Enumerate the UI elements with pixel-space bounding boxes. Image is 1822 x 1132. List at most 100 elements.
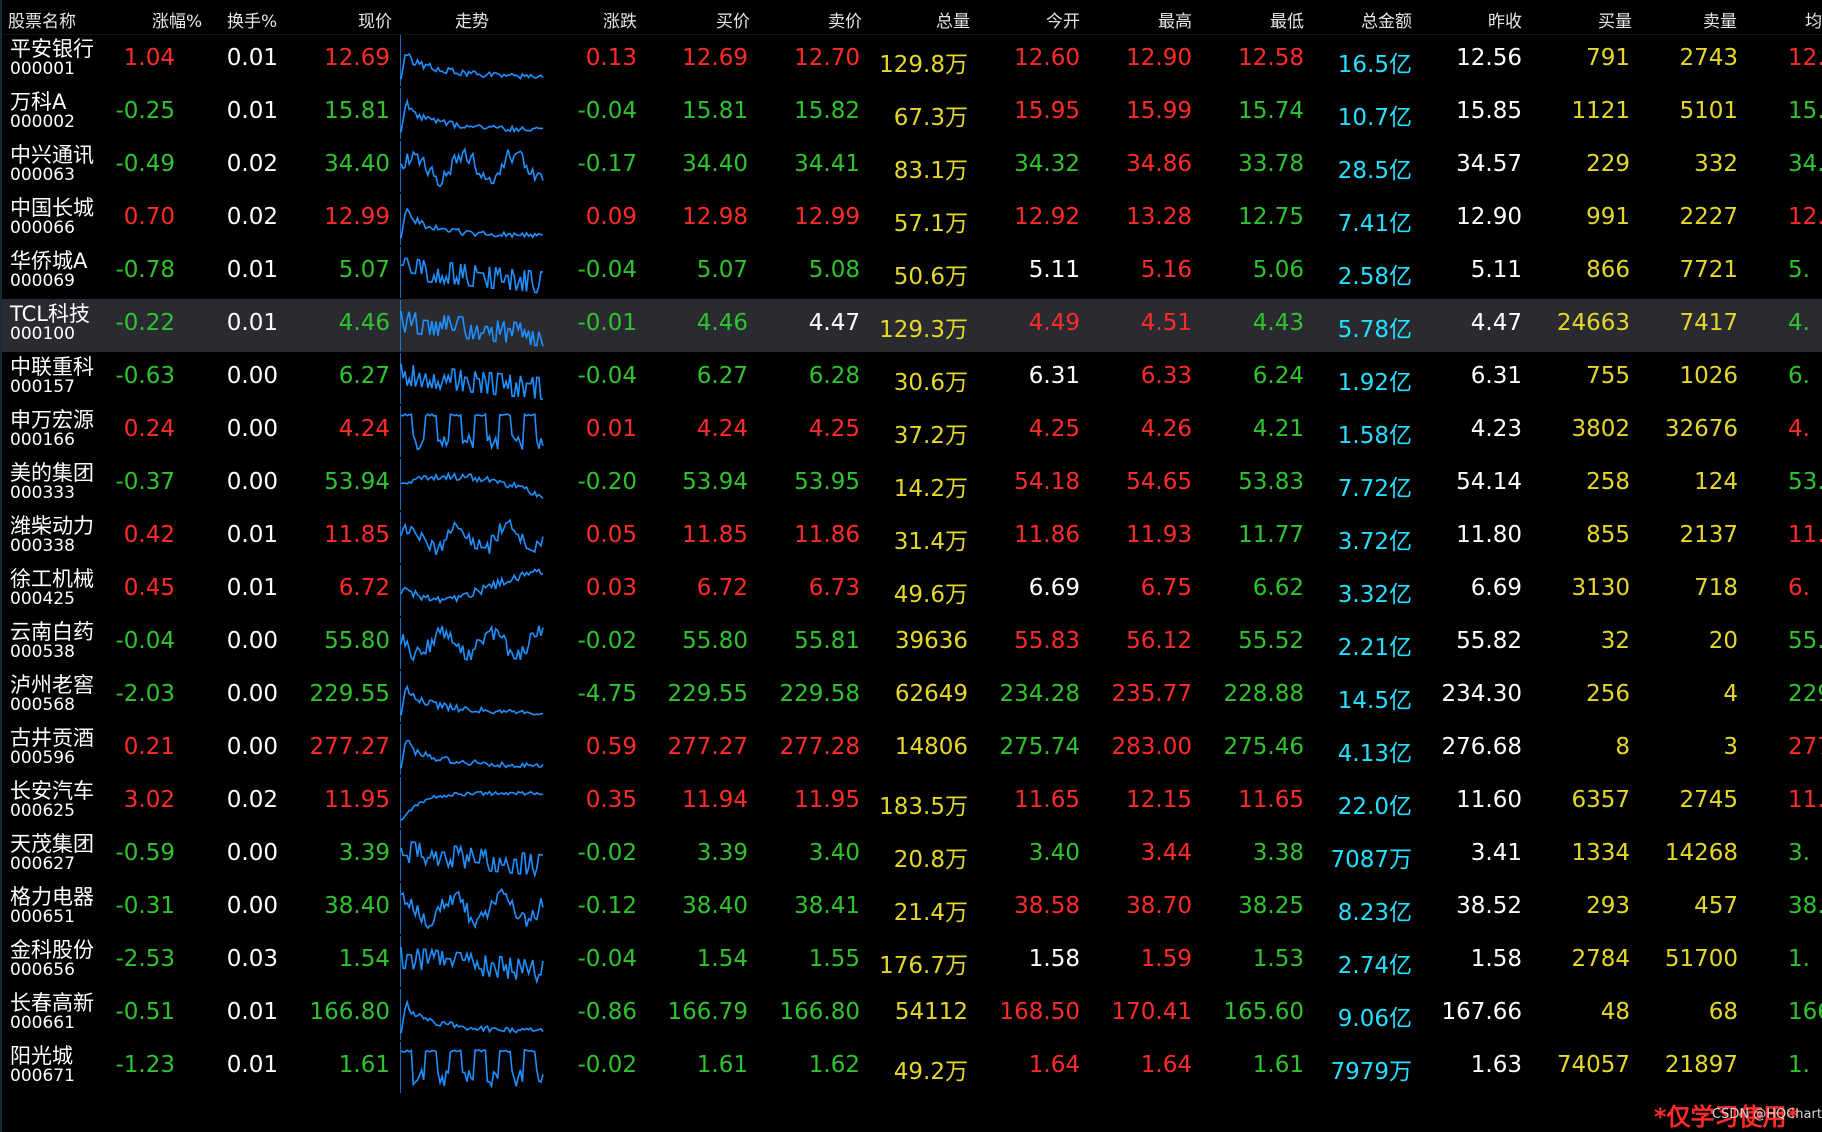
cell-prev-close: 6.31: [1470, 363, 1522, 389]
cell-amount: 2.58亿: [1337, 264, 1412, 290]
header-prev-close[interactable]: 昨收: [1462, 7, 1522, 32]
credit-text: CSDN @HQChart: [1712, 1107, 1822, 1122]
cell-prev-close: 54.14: [1456, 469, 1522, 495]
cell-price: 53.94: [324, 469, 390, 495]
stock-name-cell: 云南白药 000538: [10, 620, 130, 661]
cell-high: 235.77: [1111, 681, 1192, 707]
cell-open: 5.11: [1028, 257, 1080, 283]
header-ask[interactable]: 卖价: [802, 7, 862, 32]
table-row[interactable]: 金科股份 000656 -2.53 0.03 1.54 -0.04 1.54 1.55 176.…: [2, 935, 1822, 988]
cell-price: 3.39: [338, 840, 390, 866]
cell-change-pct: 0.70: [123, 204, 175, 230]
cell-volume: 14806: [894, 734, 968, 760]
table-row[interactable]: 万科A 000002 -0.25 0.01 15.81 -0.04 15.81 15.82 67…: [2, 87, 1822, 140]
cell-low: 4.21: [1252, 416, 1304, 442]
stock-name: 泸州老窖: [10, 673, 94, 697]
trend-line: [400, 146, 544, 188]
cell-bid-qty: 755: [1586, 363, 1630, 389]
header-price[interactable]: 现价: [332, 7, 392, 32]
table-row[interactable]: 中国长城 000066 0.70 0.02 12.99 0.09 12.98 12.99 57.…: [2, 193, 1822, 246]
cell-volume: 49.2万: [893, 1059, 968, 1085]
cell-bid-qty: 8: [1615, 734, 1630, 760]
cell-change-pct: -0.78: [115, 257, 175, 283]
cell-volume: 39636: [894, 628, 968, 654]
table-row[interactable]: 潍柴动力 000338 0.42 0.01 11.85 0.05 11.85 11.86 31.…: [2, 511, 1822, 564]
cell-bid: 34.40: [682, 151, 748, 177]
trend-sparkline: [400, 406, 544, 457]
cell-prev-close: 167.66: [1441, 999, 1522, 1025]
cell-bid-qty: 3802: [1571, 416, 1630, 442]
header-change[interactable]: 涨跌: [577, 7, 637, 32]
stock-name: 中联重科: [10, 355, 94, 379]
header-ask-qty[interactable]: 卖量: [1677, 7, 1737, 32]
table-row[interactable]: 徐工机械 000425 0.45 0.01 6.72 0.03 6.72 6.73 49.6万 6…: [2, 564, 1822, 617]
cell-turnover: 0.00: [226, 681, 278, 707]
cell-low: 228.88: [1223, 681, 1304, 707]
cell-bid: 277.27: [667, 734, 748, 760]
table-row[interactable]: 长安汽车 000625 3.02 0.02 11.95 0.35 11.94 11.95 183…: [2, 776, 1822, 829]
cell-extra: 229.: [1788, 681, 1822, 707]
table-row[interactable]: 申万宏源 000166 0.24 0.00 4.24 0.01 4.24 4.25 37.2万 4…: [2, 405, 1822, 458]
cell-amount: 7.41亿: [1337, 211, 1412, 237]
cell-bid: 166.79: [667, 999, 748, 1025]
cell-turnover: 0.00: [226, 363, 278, 389]
cell-volume: 67.3万: [893, 105, 968, 131]
table-row[interactable]: 平安银行 000001 1.04 0.01 12.69 0.13 12.69 12.70 129…: [2, 34, 1822, 87]
cell-change-pct: 1.04: [123, 45, 175, 71]
table-row[interactable]: 天茂集团 000627 -0.59 0.00 3.39 -0.02 3.39 3.40 20.8…: [2, 829, 1822, 882]
cell-bid: 1.61: [696, 1052, 748, 1078]
header-bid-qty[interactable]: 买量: [1572, 7, 1632, 32]
cell-change: -0.02: [577, 840, 637, 866]
cell-ask-qty: 51700: [1664, 946, 1738, 972]
stock-name-cell: 徐工机械 000425: [10, 567, 130, 608]
cell-bid-qty: 866: [1586, 257, 1630, 283]
table-row[interactable]: 古井贡酒 000596 0.21 0.00 277.27 0.59 277.27 277.28…: [2, 723, 1822, 776]
header-open[interactable]: 今开: [1020, 7, 1080, 32]
cell-low: 11.77: [1238, 522, 1304, 548]
cell-bid-qty: 855: [1586, 522, 1630, 548]
stock-code: 000651: [10, 907, 75, 927]
table-row[interactable]: TCL科技 000100 -0.22 0.01 4.46 -0.01 4.46 4.47 129…: [2, 299, 1822, 352]
cell-amount: 7087万: [1330, 847, 1412, 873]
table-row[interactable]: 泸州老窖 000568 -2.03 0.00 229.55 -4.75 229.55 229.…: [2, 670, 1822, 723]
header-volume[interactable]: 总量: [910, 7, 970, 32]
header-turnover[interactable]: 换手%: [227, 7, 277, 32]
table-row[interactable]: 华侨城A 000069 -0.78 0.01 5.07 -0.04 5.07 5.08 50.6…: [2, 246, 1822, 299]
stock-name-cell: 泸州老窖 000568: [10, 673, 130, 714]
table-row[interactable]: 美的集团 000333 -0.37 0.00 53.94 -0.20 53.94 53.95 1…: [2, 458, 1822, 511]
header-name[interactable]: 股票名称: [8, 7, 76, 32]
table-row[interactable]: 格力电器 000651 -0.31 0.00 38.40 -0.12 38.40 38.41 2…: [2, 882, 1822, 935]
cell-change-pct: 0.45: [123, 575, 175, 601]
trend-line: [400, 739, 544, 769]
trend-line: [400, 684, 544, 716]
table-row[interactable]: 中兴通讯 000063 -0.49 0.02 34.40 -0.17 34.40 34.41 8…: [2, 140, 1822, 193]
header-extra[interactable]: 均: [1805, 7, 1822, 32]
table-row[interactable]: 阳光城 000671 -1.23 0.01 1.61 -0.02 1.61 1.62 49.2万…: [2, 1041, 1822, 1094]
stock-name-cell: 长春高新 000661: [10, 991, 130, 1032]
cell-ask: 55.81: [794, 628, 860, 654]
cell-low: 1.53: [1252, 946, 1304, 972]
stock-name-cell: 中联重科 000157: [10, 355, 130, 396]
cell-open: 1.58: [1028, 946, 1080, 972]
header-low[interactable]: 最低: [1244, 7, 1304, 32]
cell-extra: 6.: [1788, 363, 1810, 389]
header-bid[interactable]: 买价: [690, 7, 750, 32]
cell-extra: 4.: [1788, 310, 1810, 336]
stock-name-cell: 华侨城A 000069: [10, 249, 130, 290]
cell-bid: 11.94: [682, 787, 748, 813]
cell-prev-close: 4.23: [1470, 416, 1522, 442]
table-row[interactable]: 云南白药 000538 -0.04 0.00 55.80 -0.02 55.80 55.81 3…: [2, 617, 1822, 670]
header-amount[interactable]: 总金额: [1344, 7, 1412, 32]
cell-ask: 4.47: [808, 310, 860, 336]
table-row[interactable]: 中联重科 000157 -0.63 0.00 6.27 -0.04 6.27 6.28 30.6…: [2, 352, 1822, 405]
cell-bid: 4.46: [696, 310, 748, 336]
cell-open: 234.28: [999, 681, 1080, 707]
header-high[interactable]: 最高: [1132, 7, 1192, 32]
trend-line: [400, 257, 544, 294]
table-row[interactable]: 长春高新 000661 -0.51 0.01 166.80 -0.86 166.79 166.…: [2, 988, 1822, 1041]
header-trend[interactable]: 走势: [432, 7, 512, 32]
cell-open: 54.18: [1014, 469, 1080, 495]
cell-bid-qty: 256: [1586, 681, 1630, 707]
cell-ask-qty: 7417: [1679, 310, 1738, 336]
header-change-pct[interactable]: 涨幅%: [152, 7, 202, 32]
